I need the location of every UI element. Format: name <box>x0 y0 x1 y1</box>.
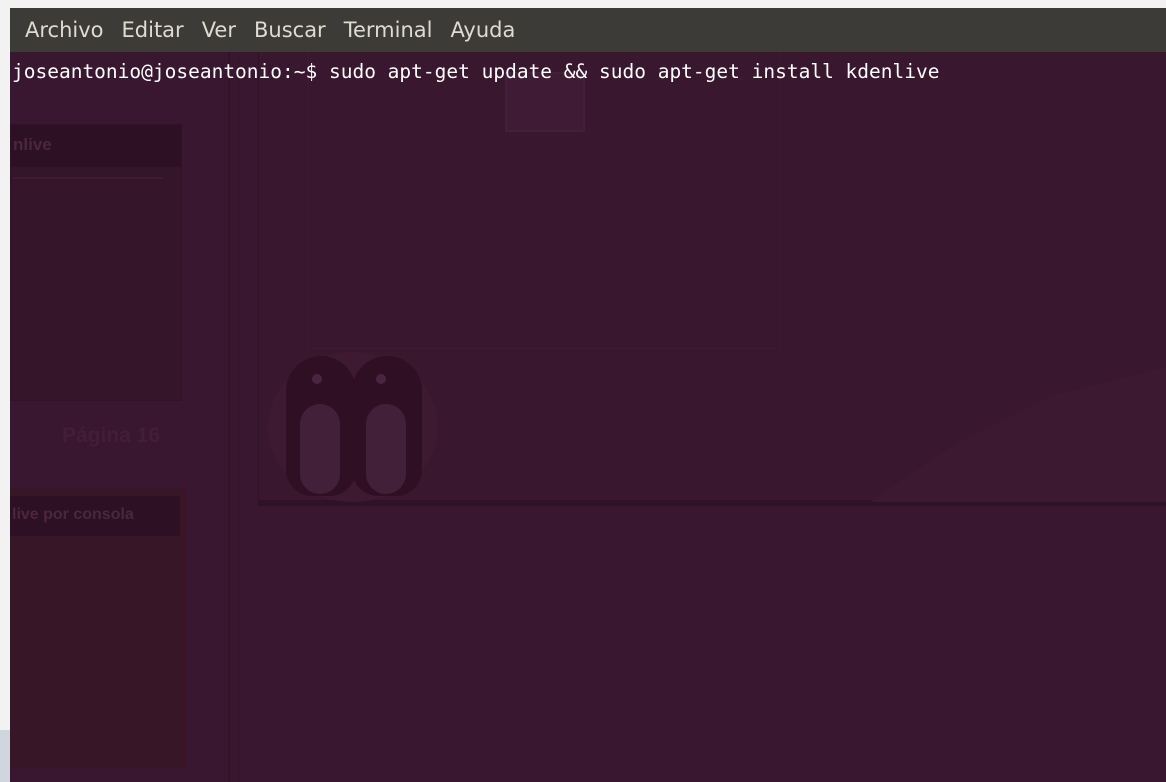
menu-ver[interactable]: Ver <box>193 8 245 52</box>
command-line: joseantonio@joseantonio:~$ sudo apt-get … <box>12 60 939 83</box>
background-page-label: Página 16 <box>62 424 161 447</box>
terminal-area[interactable]: nlive Página 16 live por consola joseant… <box>10 52 1166 782</box>
screenshot-frame: Archivo Editar Ver Buscar Terminal Ayuda <box>0 0 1166 782</box>
background-divider <box>228 52 230 782</box>
background-panel-header: nlive <box>11 125 181 167</box>
menubar: Archivo Editar Ver Buscar Terminal Ayuda <box>10 8 1166 52</box>
background-panel-header: live por consola <box>10 496 180 536</box>
menu-buscar[interactable]: Buscar <box>245 8 335 52</box>
background-panel: live por consola <box>10 488 186 768</box>
command-text: sudo apt-get update && sudo apt-get inst… <box>328 60 940 83</box>
background-penguin-belly <box>366 404 406 494</box>
background-panel-title: nlive <box>13 135 52 154</box>
background-penguin-eye <box>312 374 322 384</box>
background-penguin-eye <box>376 374 386 384</box>
background-divider <box>238 52 239 782</box>
background-panel: nlive <box>10 124 182 401</box>
menu-editar[interactable]: Editar <box>113 8 193 52</box>
menu-terminal[interactable]: Terminal <box>335 8 442 52</box>
shell-prompt: joseantonio@joseantonio:~$ <box>12 60 329 83</box>
menu-ayuda[interactable]: Ayuda <box>441 8 524 52</box>
background-panel-lines <box>13 177 163 219</box>
menu-archivo[interactable]: Archivo <box>16 8 113 52</box>
background-panel-title: live por consola <box>12 506 134 523</box>
terminal-window: Archivo Editar Ver Buscar Terminal Ayuda <box>10 8 1166 782</box>
desktop-edge <box>0 730 10 782</box>
background-penguin-belly <box>300 404 340 494</box>
